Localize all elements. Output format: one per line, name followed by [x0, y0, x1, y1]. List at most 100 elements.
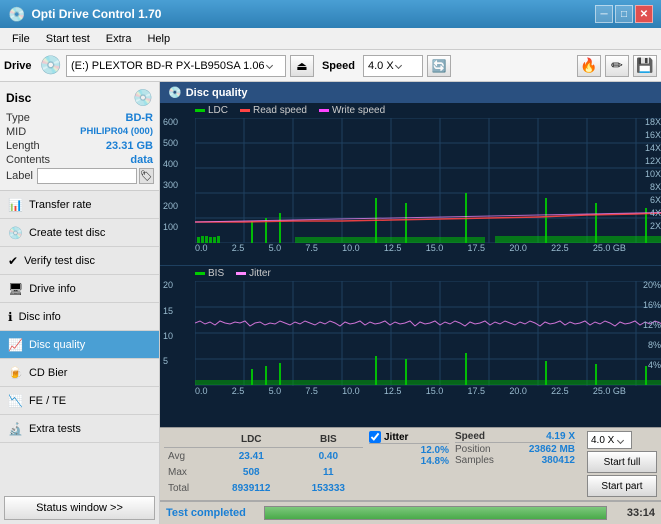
position-value: 23862 MB [529, 444, 575, 455]
right-ylabel-18x: 18X [645, 117, 661, 127]
right-ylabel-16x: 16X [645, 130, 661, 140]
jitter-avg-val: 12.0% [421, 445, 449, 456]
menu-help[interactable]: Help [139, 31, 178, 47]
bottom-ylabel-5: 5 [163, 356, 168, 366]
bottom-xaxis: 0.02.55.07.510.012.515.017.520.022.525.0… [160, 386, 661, 396]
disc-panel: Disc 💿 Type BD-R MID PHILIPR04 (000) Len… [0, 82, 159, 191]
right-ylabel-8x: 8X [650, 182, 661, 192]
top-xaxis: 0.02.55.07.510.012.515.017.520.022.525.0… [160, 243, 661, 253]
transfer-rate-label: Transfer rate [29, 199, 92, 211]
content-area: 💿 Disc quality LDC Read speed Write spee… [160, 82, 661, 524]
nav-extra-tests[interactable]: 🔬 Extra tests [0, 415, 159, 443]
drive-info-icon: 🖥 [8, 282, 23, 296]
bottom-ylabel-20: 20 [163, 280, 173, 290]
save-button[interactable]: 💾 [633, 55, 657, 77]
disc-label-btn[interactable]: 🏷 [139, 168, 154, 184]
jitter-checkbox[interactable] [369, 431, 381, 443]
right-ylabel-20pct: 20% [643, 280, 661, 290]
jitter-legend-color [236, 272, 246, 275]
legend-read-speed: Read speed [240, 105, 307, 116]
close-button[interactable]: ✕ [635, 5, 653, 23]
start-full-button[interactable]: Start full [587, 451, 657, 473]
disc-label-key: Label [6, 170, 33, 182]
maximize-button[interactable]: □ [615, 5, 633, 23]
nav-fe-te[interactable]: 📉 FE / TE [0, 387, 159, 415]
right-ylabel-12pct: 12% [643, 320, 661, 330]
samples-value: 380412 [542, 455, 575, 466]
bottom-chart-container: BIS Jitter [160, 265, 661, 428]
bottom-chart-legend: BIS Jitter [160, 266, 661, 281]
ldc-legend-label: LDC [208, 105, 228, 116]
write-speed-legend-color [319, 109, 329, 112]
jitter-avg-row: 12.0% [369, 445, 449, 456]
extra-tests-label: Extra tests [29, 423, 81, 435]
fe-te-label: FE / TE [29, 395, 66, 407]
top-chart-ylabel-100: 100 [163, 222, 178, 232]
action-buttons: 4.0 X Start full Start part [587, 431, 657, 497]
menu-start-test[interactable]: Start test [38, 31, 98, 47]
title-bar: 💿 Opti Drive Control 1.70 ─ □ ✕ [0, 0, 661, 28]
verify-test-disc-label: Verify test disc [24, 255, 95, 267]
progress-bar-fill [265, 507, 606, 519]
nav-disc-quality[interactable]: 📈 Disc quality [0, 331, 159, 359]
jitter-legend-label: Jitter [249, 268, 271, 279]
bottom-bar: Test completed 33:14 [160, 500, 661, 524]
top-chart-legend: LDC Read speed Write speed [160, 103, 661, 118]
disc-contents-value: data [130, 154, 153, 166]
refresh-button[interactable]: 🔄 [427, 55, 451, 77]
speed-label: Speed [322, 60, 355, 72]
chart-header-icon: 💿 [168, 86, 182, 99]
legend-write-speed: Write speed [319, 105, 385, 116]
nav-transfer-rate[interactable]: 📊 Transfer rate [0, 191, 159, 219]
right-ylabel-4x: 4X [650, 208, 661, 218]
nav-disc-info[interactable]: ℹ Disc info [0, 303, 159, 331]
jitter-total-row [369, 467, 449, 481]
disc-quality-label: Disc quality [29, 339, 85, 351]
disc-mid-label: MID [6, 126, 26, 138]
bis-legend-label: BIS [208, 268, 224, 279]
edit-button[interactable]: ✏ [605, 55, 629, 77]
drive-label: Drive [4, 60, 32, 72]
write-speed-legend-label: Write speed [332, 105, 385, 116]
burn-button[interactable]: 🔥 [577, 55, 601, 77]
stats-total-label: Total [164, 481, 209, 497]
jitter-max-row: 14.8% [369, 456, 449, 467]
speed-select-box[interactable]: 4.0 X [587, 431, 632, 449]
nav-create-test-disc[interactable]: 💿 Create test disc [0, 219, 159, 247]
progress-bar-wrap [264, 506, 607, 520]
main-area: Disc 💿 Type BD-R MID PHILIPR04 (000) Len… [0, 82, 661, 524]
cd-bier-label: CD Bier [29, 367, 68, 379]
disc-quality-icon: 📈 [8, 338, 23, 352]
status-window-button[interactable]: Status window >> [4, 496, 155, 520]
chart-header: 💿 Disc quality [160, 82, 661, 103]
speed-dropdown-arrow [395, 62, 402, 69]
stats-avg-label: Avg [164, 448, 209, 465]
start-part-button[interactable]: Start part [587, 475, 657, 497]
speed-label: Speed [455, 431, 485, 442]
disc-label-input[interactable] [37, 168, 137, 184]
jitter-header-label: Jitter [384, 432, 408, 443]
disc-length-label: Length [6, 140, 40, 152]
nav-drive-info[interactable]: 🖥 Drive info [0, 275, 159, 303]
disc-panel-title: Disc [6, 91, 31, 105]
legend-ldc: LDC [195, 105, 228, 116]
disc-panel-icon: 💿 [133, 88, 153, 108]
cd-bier-icon: 🍺 [8, 366, 23, 380]
nav-verify-test-disc[interactable]: ✔ Verify test disc [0, 247, 159, 275]
sidebar: Disc 💿 Type BD-R MID PHILIPR04 (000) Len… [0, 82, 160, 524]
samples-row: Samples 380412 [455, 455, 575, 466]
speed-select[interactable]: 4.0 X [363, 55, 423, 77]
stats-empty [164, 431, 209, 448]
toolbar: Drive 💿 (E:) PLEXTOR BD-R PX-LB950SA 1.0… [0, 50, 661, 82]
right-ylabel-6x: 6X [650, 195, 661, 205]
disc-contents-label: Contents [6, 154, 50, 166]
extra-tests-icon: 🔬 [8, 422, 23, 436]
menu-file[interactable]: File [4, 31, 38, 47]
create-test-disc-icon: 💿 [8, 226, 23, 240]
nav-cd-bier[interactable]: 🍺 CD Bier [0, 359, 159, 387]
drive-select[interactable]: (E:) PLEXTOR BD-R PX-LB950SA 1.06 [66, 55, 286, 77]
minimize-button[interactable]: ─ [595, 5, 613, 23]
speed-position-section: Speed 4.19 X Position 23862 MB Samples 3… [455, 431, 575, 497]
menu-extra[interactable]: Extra [98, 31, 140, 47]
eject-button[interactable]: ⏏ [290, 55, 314, 77]
